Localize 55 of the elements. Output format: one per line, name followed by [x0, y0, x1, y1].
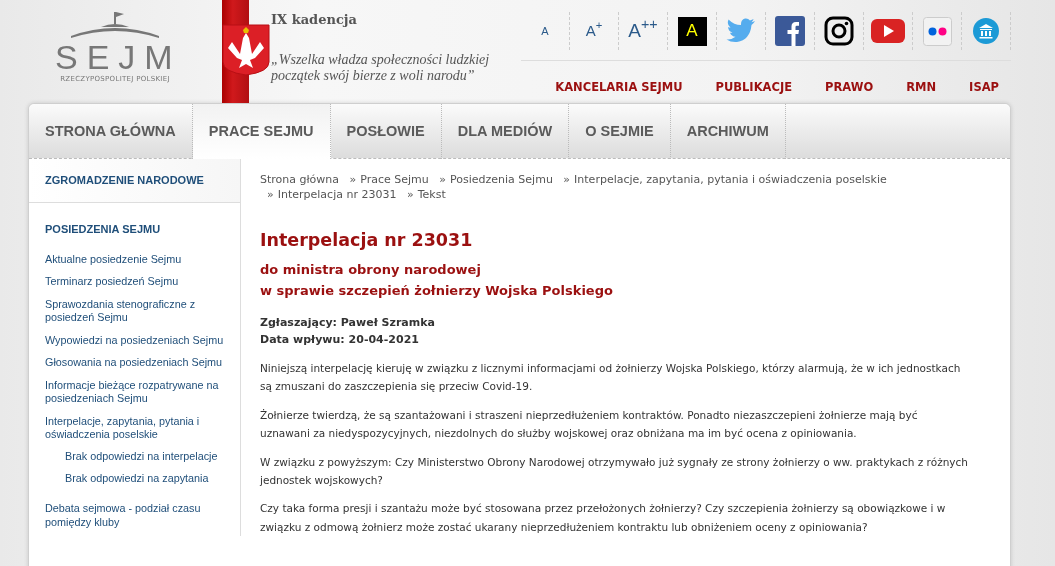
sidebar-link[interactable]: Głosowania na posiedzeniach Sejmu	[45, 356, 228, 370]
meta-line: Zgłaszający: Paweł Szramka	[260, 314, 436, 331]
nav-tab[interactable]: ARCHIWUM	[670, 104, 786, 159]
breadcrumb-separator: »	[349, 173, 357, 186]
breadcrumb-link[interactable]: Prace Sejmu	[360, 173, 429, 186]
instagram-icon[interactable]	[824, 16, 854, 46]
nav-tab[interactable]: O SEJMIE	[569, 104, 671, 159]
dots-icon[interactable]	[922, 16, 952, 46]
breadcrumb-link[interactable]: Posiedzenia Sejmu	[450, 173, 553, 186]
sidebar-sublink[interactable]: Brak odpowiedzi na interpelacje	[65, 447, 228, 465]
sidebar-sublink[interactable]: Brak odpowiedzi na zapytania	[65, 470, 228, 487]
breadcrumb-separator: »	[563, 173, 571, 186]
logo-icon	[68, 10, 162, 40]
breadcrumb-link[interactable]: Interpelacje, zapytania, pytania i oświadczenia poselskie	[574, 173, 887, 186]
sidebar-heading[interactable]: POSIEDZENIA SEJMU	[45, 220, 228, 237]
font-size-button[interactable]: A$^{++}$	[619, 12, 668, 50]
article-paragraph: Czy taka forma presji i szantażu może być stosowana przez przełożonych żołnierzy? Czy szczepienia żołnierzy są obowiązkowe i w związku z odmową żołnierz może zostać ukarany nieprzedłużeniem kontraktu lub obniżeniem oceny z opiniowania?	[260, 501, 947, 535]
emblem-icon	[222, 24, 270, 76]
sidebar-link[interactable]: Debata sejmowa - podział czasu pomiędzy kluby	[45, 502, 228, 530]
logo-title[interactable]: SEJM	[55, 40, 175, 74]
nav-tab[interactable]: DLA MEDIÓW	[441, 104, 570, 159]
article-title: Interpelacja nr 23031	[260, 228, 474, 252]
sidebar-link[interactable]: Aktualne posiedzenie Sejmu	[45, 253, 228, 267]
article-paragraph: Niniejszą interpelację kieruję w związku z licznymi informacjami od żołnierzy Wojska Polskiego, którzy alarmują, że w ich jednostkach są zmuszani do zaszczepienia się przeciw Covid-19.	[260, 361, 962, 395]
breadcrumb-link[interactable]: Tekst	[417, 187, 446, 201]
article-subtitle: do ministra obrony narodowej	[260, 260, 482, 279]
building-icon[interactable]	[973, 18, 999, 44]
facebook-icon[interactable]	[775, 16, 805, 46]
term-label: IX kadencja	[271, 11, 358, 29]
nav-tab[interactable]: POSŁOWIE	[330, 104, 442, 159]
sidebar-link[interactable]: Wypowiedzi na posiedzeniach Sejmu	[45, 333, 228, 348]
video-play-icon[interactable]	[871, 19, 905, 43]
font-size-button[interactable]: A$^{+}$	[570, 12, 619, 50]
top-link[interactable]: ISAP	[969, 79, 999, 97]
breadcrumb-link[interactable]: Strona główna	[260, 173, 340, 186]
top-link[interactable]: PRAWO	[825, 79, 874, 97]
motto-text: „Wszelka władza społeczności ludzkiej początek swój bierze z woli narodu”	[271, 51, 491, 86]
article-paragraph: Żołnierze twierdzą, że są szantażowani i straszeni nieprzedłużeniem kontraktów. Ponadto niezaszczepieni żołnierze mają być uznawani za niedyspozycyjnych, niezdolnych do służby wojskowej oraz obniżana ma im być ocena z opiniowania.	[260, 407, 919, 442]
sidebar-link[interactable]: Sprawozdania stenograficzne z posiedzeń Sejmu	[45, 297, 228, 325]
article-subtitle: w sprawie szczepień żołnierzy Wojska Polskiego	[260, 282, 614, 301]
sidebar-link[interactable]: Terminarz posiedzeń Sejmu	[45, 275, 228, 289]
top-link[interactable]: KANCELARIA SEJMU	[555, 79, 683, 97]
article-paragraph: W związku z powyższym: Czy Ministerstwo Obrony Narodowej otrzymywało już sygnały ze strony żołnierzy o ww. praktykach z różnych jednostek wojskowych?	[260, 454, 969, 488]
sidebar-link[interactable]: Interpelacje, zapytania, pytania i oświadczenia poselskie	[45, 414, 228, 442]
meta-line: Data wpływu: 20-04-2021	[260, 332, 420, 349]
contrast-button[interactable]: A	[677, 16, 707, 46]
font-size-button[interactable]: A	[521, 12, 570, 50]
breadcrumb-separator: »	[406, 187, 414, 201]
top-link[interactable]: PUBLIKACJE	[715, 79, 793, 97]
sidebar-link[interactable]: Informacje bieżące rozpatrywane na posiedzeniach Sejmu	[45, 378, 228, 406]
top-link[interactable]: RMN	[906, 79, 937, 97]
breadcrumb-link[interactable]: Interpelacja nr 23031	[277, 187, 397, 201]
breadcrumb-separator: »	[439, 173, 447, 186]
nav-tab[interactable]: PRACE SEJMU	[192, 104, 331, 159]
breadcrumb-separator: »	[267, 187, 274, 201]
